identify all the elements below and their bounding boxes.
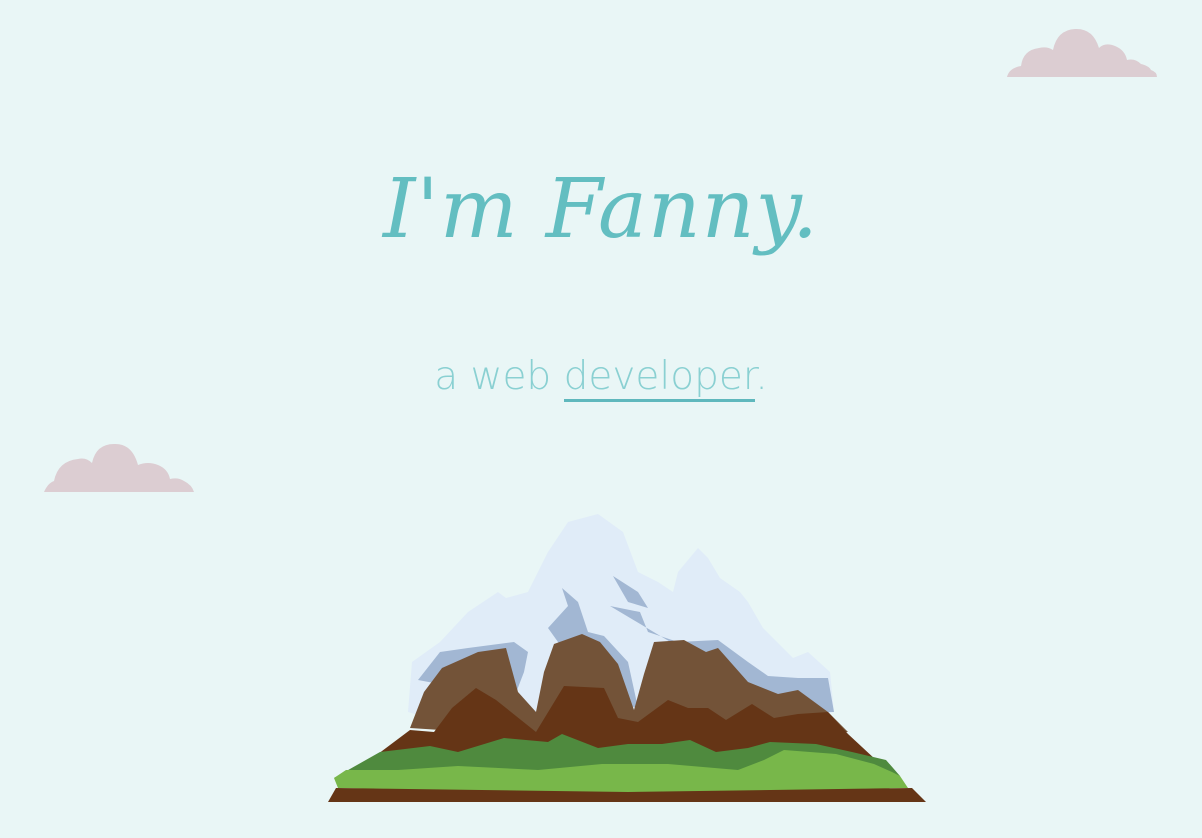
cloud-icon bbox=[1007, 28, 1157, 77]
developer-link[interactable]: developer bbox=[563, 354, 756, 402]
subtitle: a web developer. bbox=[0, 352, 1202, 402]
subtitle-prefix: a web bbox=[434, 354, 564, 399]
page-title: I'm Fanny. bbox=[382, 162, 820, 257]
cloud-icon bbox=[44, 443, 194, 492]
mountain-illustration bbox=[328, 514, 926, 802]
subtitle-suffix: . bbox=[755, 354, 768, 399]
